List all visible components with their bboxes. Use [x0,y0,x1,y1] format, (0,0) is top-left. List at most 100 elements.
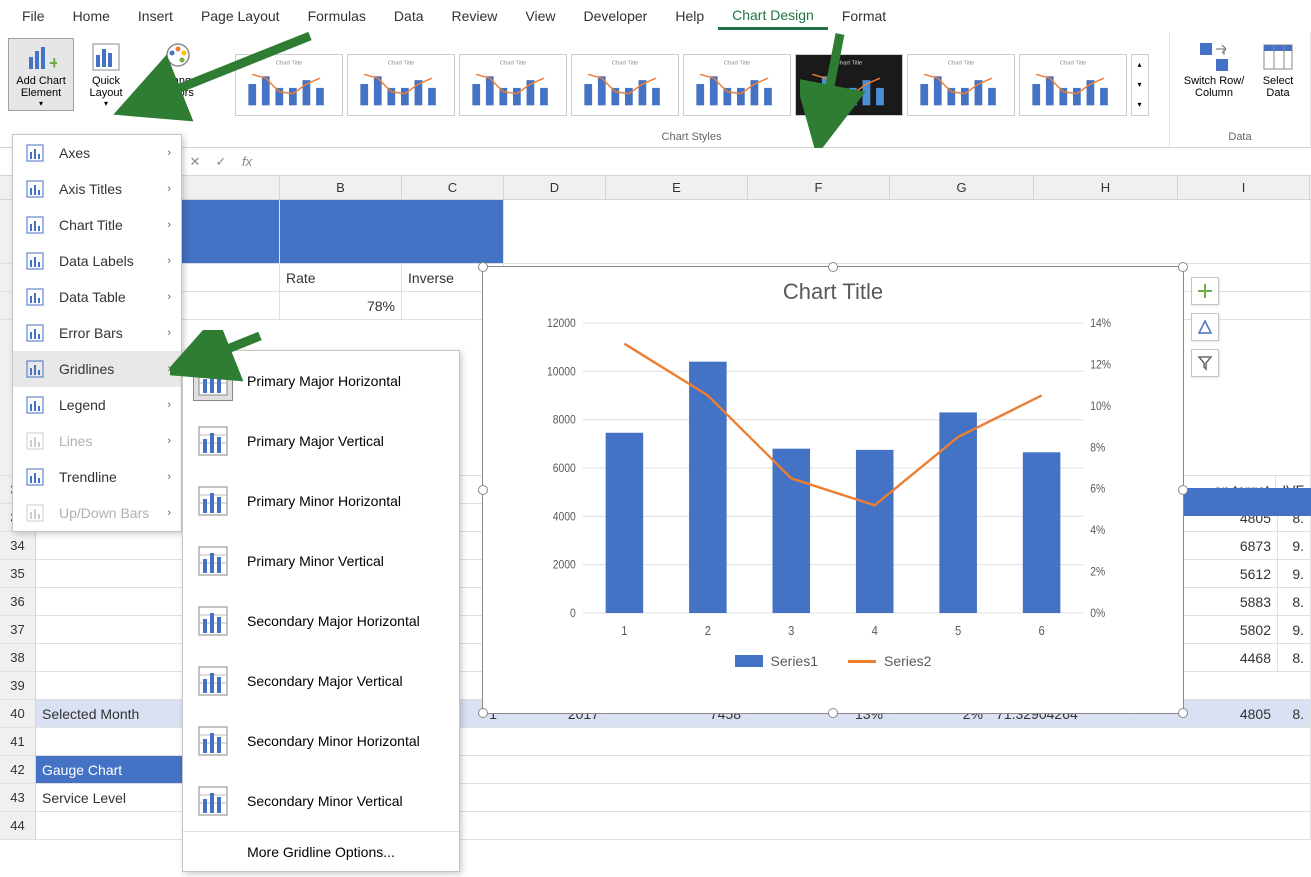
chart-styles-label: Chart Styles [662,131,722,145]
svg-text:0%: 0% [1090,607,1105,620]
tab-page-layout[interactable]: Page Layout [187,4,294,28]
gridline-option-secondary-major-horizontal[interactable]: Secondary Major Horizontal [183,591,459,651]
chart-style-4[interactable]: Chart Title [571,54,679,116]
submenu-arrow-icon: › [167,435,171,447]
chart-style-5[interactable]: Chart Title [683,54,791,116]
chart-title[interactable]: Chart Title [483,267,1183,313]
menu-item-data-table[interactable]: Data Table› [13,279,181,315]
fx-icon[interactable]: fx [234,154,260,169]
gallery-down-icon[interactable]: ▾ [1132,75,1148,95]
dropdown-caret-icon: ▾ [39,99,43,108]
chart-styles-gallery: Chart Title Chart Title Chart Title Char… [233,38,1151,131]
gridline-option-secondary-major-vertical[interactable]: Secondary Major Vertical [183,651,459,711]
menu-item-error-bars[interactable]: Error Bars› [13,315,181,351]
chart-legend[interactable]: Series1 Series2 [483,643,1183,679]
chart-style-8[interactable]: Chart Title [1019,54,1127,116]
menu-item-icon [23,177,47,201]
gridline-icon [193,541,233,581]
submenu-arrow-icon: › [167,507,171,519]
tab-home[interactable]: Home [59,4,124,28]
menu-item-lines: Lines› [13,423,181,459]
chart-filters-button[interactable] [1191,349,1219,377]
legend-series2-swatch [848,660,876,663]
col-header-d[interactable]: D [504,176,606,199]
gridline-option-secondary-minor-horizontal[interactable]: Secondary Minor Horizontal [183,711,459,771]
chart-plot-area[interactable]: 0200040006000800010000120000%2%4%6%8%10%… [543,313,1123,643]
svg-text:8%: 8% [1090,442,1105,455]
switch-row-column-button[interactable]: Switch Row/ Column [1178,38,1250,102]
menu-item-data-labels[interactable]: Data Labels› [13,243,181,279]
gridline-icon [193,721,233,761]
menu-item-up-down-bars: Up/Down Bars› [13,495,181,531]
tab-data[interactable]: Data [380,4,438,28]
tab-help[interactable]: Help [661,4,718,28]
change-colors-button[interactable]: Change Colors ▾ [150,38,206,111]
col-header-f[interactable]: F [748,176,890,199]
cell-rate-value[interactable]: 78% [280,292,402,319]
gridline-icon [193,781,233,821]
submenu-arrow-icon: › [167,219,171,231]
svg-text:2000: 2000 [553,559,576,572]
chart-elements-button[interactable] [1191,277,1219,305]
chart-style-2[interactable]: Chart Title [347,54,455,116]
gallery-up-icon[interactable]: ▴ [1132,55,1148,75]
tab-developer[interactable]: Developer [570,4,662,28]
gridline-option-primary-major-vertical[interactable]: Primary Major Vertical [183,411,459,471]
submenu-arrow-icon: › [167,399,171,411]
dropdown-caret-icon: ▾ [176,99,180,108]
menu-item-legend[interactable]: Legend› [13,387,181,423]
quick-layout-icon [90,41,122,73]
add-chart-element-button[interactable]: + Add Chart Element ▾ [8,38,74,111]
cell-rate-header[interactable]: Rate [280,264,402,291]
svg-text:Chart Title: Chart Title [611,60,637,66]
tab-formulas[interactable]: Formulas [294,4,380,28]
chart-style-1[interactable]: Chart Title [235,54,343,116]
col-header-g[interactable]: G [890,176,1034,199]
submenu-arrow-icon: › [167,147,171,159]
svg-text:Chart Title: Chart Title [947,60,973,66]
chart-styles-button[interactable] [1191,313,1219,341]
gridline-icon [193,601,233,641]
col-header-e[interactable]: E [606,176,748,199]
menu-item-chart-title[interactable]: Chart Title› [13,207,181,243]
embedded-chart[interactable]: Chart Title 0200040006000800010000120000… [482,266,1184,714]
gridline-option-primary-minor-horizontal[interactable]: Primary Minor Horizontal [183,471,459,531]
menu-item-gridlines[interactable]: Gridlines› [13,351,181,387]
menu-item-axis-titles[interactable]: Axis Titles› [13,171,181,207]
col-header-i[interactable]: I [1178,176,1310,199]
gridline-icon [193,361,233,401]
menu-item-axes[interactable]: Axes› [13,135,181,171]
gridline-option-primary-major-horizontal[interactable]: Primary Major Horizontal [183,351,459,411]
formula-cancel-icon[interactable]: ✕ [182,148,208,175]
submenu-arrow-icon: › [167,183,171,195]
gallery-more-icon[interactable]: ▾ [1132,95,1148,115]
menu-item-icon [23,321,47,345]
col-header-c[interactable]: C [402,176,504,199]
svg-text:0: 0 [570,607,576,620]
svg-text:Chart Title: Chart Title [835,60,861,66]
formula-enter-icon[interactable]: ✓ [208,148,234,175]
col-header-b[interactable]: B [280,176,402,199]
chart-style-7[interactable]: Chart Title [907,54,1015,116]
tab-chart-design[interactable]: Chart Design [718,3,828,30]
gridline-option-secondary-minor-vertical[interactable]: Secondary Minor Vertical [183,771,459,831]
col-header-h[interactable]: H [1034,176,1178,199]
tab-view[interactable]: View [511,4,569,28]
legend-series1-swatch [735,655,763,667]
select-data-button[interactable]: Select Data [1254,38,1302,102]
svg-text:6%: 6% [1090,483,1105,496]
chart-style-3[interactable]: Chart Title [459,54,567,116]
menu-item-trendline[interactable]: Trendline› [13,459,181,495]
chart-style-6[interactable]: Chart Title [795,54,903,116]
tab-format[interactable]: Format [828,4,900,28]
menu-item-icon [23,465,47,489]
menu-item-icon [23,501,47,525]
tab-review[interactable]: Review [438,4,512,28]
gridline-option-primary-minor-vertical[interactable]: Primary Minor Vertical [183,531,459,591]
tab-file[interactable]: File [8,4,59,28]
quick-layout-button[interactable]: Quick Layout ▾ [78,38,134,111]
tab-insert[interactable]: Insert [124,4,187,28]
more-gridline-options[interactable]: More Gridline Options... [183,831,459,871]
formula-bar: ✕ ✓ fx [0,148,1311,176]
svg-text:Chart Title: Chart Title [723,60,749,66]
